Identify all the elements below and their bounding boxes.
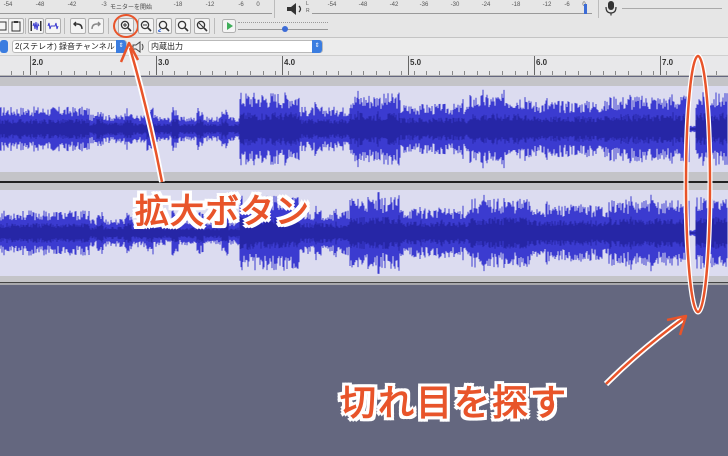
find-cut-annotation: 切れ目を探す <box>340 383 569 424</box>
zoom-button-annotation: 拡大ボタン <box>135 192 310 232</box>
cut-highlight-ellipse <box>684 54 712 314</box>
